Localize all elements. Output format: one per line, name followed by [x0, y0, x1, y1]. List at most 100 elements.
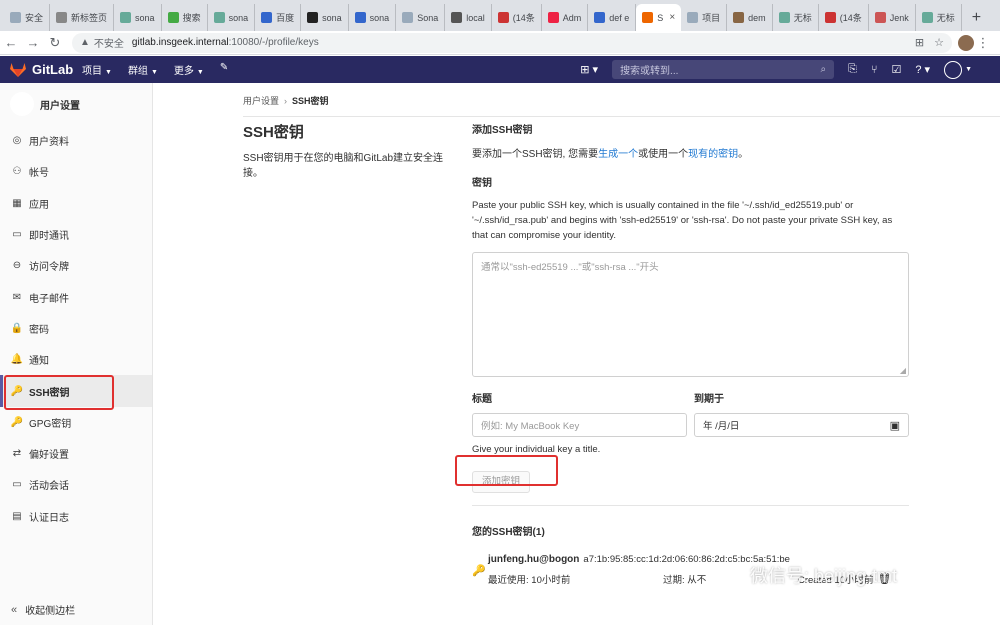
user-avatar	[944, 60, 963, 79]
collapse-label: 收起侧边栏	[25, 606, 76, 617]
sidebar-item-label: GPG密钥	[29, 418, 72, 430]
sidebar-item[interactable]: 🔔 通知	[0, 344, 152, 375]
tab-favicon-icon	[497, 12, 509, 23]
chevron-down-icon: ▼	[965, 66, 972, 73]
key-name[interactable]: junfeng.hu@bogon	[488, 554, 579, 565]
menu-projects[interactable]: 项目 ▼	[82, 62, 112, 77]
sidebar-item[interactable]: 🔒 密码	[0, 313, 152, 344]
tab-label: Adm	[562, 12, 582, 23]
sidebar-item-label: 应用	[29, 199, 49, 211]
tab-label: 新标签页	[71, 13, 108, 23]
collapse-sidebar-button[interactable]: « 收起侧边栏	[0, 602, 153, 618]
browser-tab[interactable]: sona	[208, 4, 256, 31]
warning-icon[interactable]: ▲	[80, 37, 90, 48]
close-icon[interactable]: ×	[669, 12, 675, 23]
expires-label: 到期于	[694, 394, 724, 405]
sidebar-title: 用户设置	[40, 100, 80, 112]
browser-tab[interactable]: dem	[727, 4, 773, 31]
double-chevron-left-icon: «	[11, 603, 18, 616]
address-bar[interactable]: ▲ 不安全 gitlab.insgeek.internal:10080/-/pr…	[72, 32, 952, 53]
generate-key-link[interactable]: 生成一个	[598, 149, 638, 160]
applications-icon: ▦	[12, 197, 22, 209]
sidebar-item[interactable]: ▤ 认证日志	[0, 501, 152, 532]
bookmark-star-icon[interactable]: ☆	[934, 36, 944, 49]
browser-profile-avatar[interactable]	[958, 34, 974, 51]
browser-tab[interactable]: Sona	[396, 4, 446, 31]
sidebar-item[interactable]: ⚇ 帐号	[0, 156, 152, 187]
last-used-label: 最近使用:	[488, 575, 529, 586]
tab-favicon-icon	[402, 12, 414, 23]
sidebar-header[interactable]: 用户设置	[0, 83, 152, 125]
tab-favicon-icon	[547, 12, 559, 23]
new-item-icon[interactable]: ⊞ ▾	[580, 63, 598, 76]
tab-favicon-icon	[642, 12, 654, 23]
sidebar-item[interactable]: ⊖ 访问令牌	[0, 250, 152, 281]
sidebar-item[interactable]: ◎ 用户资料	[0, 125, 152, 156]
sidebar-item[interactable]: 🔑 GPG密钥	[0, 407, 152, 438]
resize-handle-icon[interactable]: ◢	[900, 366, 906, 375]
tab-label: (14条	[839, 13, 862, 23]
sidebar-item[interactable]: ✉ 电子邮件	[0, 281, 152, 312]
breadcrumb-parent[interactable]: 用户设置	[243, 96, 279, 106]
browser-menu-icon[interactable]: ⋮	[974, 35, 992, 51]
browser-tab[interactable]: def e	[588, 4, 637, 31]
gitlab-logo[interactable]: GitLab	[0, 62, 78, 77]
browser-tab[interactable]: sona	[114, 4, 162, 31]
browser-tab[interactable]: sona	[301, 4, 349, 31]
user-menu[interactable]: ▼	[944, 60, 972, 79]
tab-label: sona	[322, 12, 342, 23]
tab-label: 百度	[276, 13, 295, 23]
chat-icon: ▭	[12, 229, 22, 241]
admin-wrench-icon[interactable]: ✎	[220, 62, 228, 77]
chevron-down-icon: ▼	[150, 69, 158, 76]
back-icon[interactable]: ←	[0, 35, 22, 50]
browser-tab[interactable]: 无标	[773, 4, 819, 31]
tab-label: S	[657, 12, 664, 23]
browser-tab[interactable]: Adm	[542, 4, 589, 31]
new-tab-button[interactable]: +	[962, 4, 991, 31]
expires-date-input[interactable]: 年 /月/日 ▣	[694, 413, 909, 437]
title-input[interactable]: 例如: My MacBook Key	[472, 413, 687, 437]
existing-key-link[interactable]: 现有的密钥	[688, 149, 738, 160]
tab-label: sona	[369, 12, 390, 23]
form-intro: 要添加一个SSH密钥, 您需要生成一个或使用一个现有的密钥。	[472, 149, 749, 160]
todos-icon[interactable]: ☑	[891, 63, 901, 76]
translate-icon[interactable]: ⊞	[915, 36, 924, 49]
tab-favicon-icon	[213, 12, 225, 23]
browser-tab[interactable]: 搜索	[162, 4, 208, 31]
sidebar-item[interactable]: ▦ 应用	[0, 188, 152, 219]
key-textarea[interactable]: 通常以"ssh-ed25519 ..."或"ssh-rsa ..."开头 ◢	[472, 252, 909, 377]
gitlab-header: GitLab 项目 ▼ 群组 ▼ 更多 ▼ ✎ ⊞ ▾ 搜索或转到... ⌕ ⎘ ⑂ …	[0, 56, 1000, 83]
mail-icon: ✉	[12, 291, 22, 303]
title-hint: Give your individual key a title.	[472, 444, 601, 455]
tab-label: local	[466, 12, 485, 23]
merge-requests-icon[interactable]: ⑂	[871, 64, 878, 76]
browser-tab[interactable]: 项目	[681, 4, 728, 31]
gitlab-top-menu: 项目 ▼ 群组 ▼ 更多 ▼ ✎	[82, 62, 228, 77]
browser-tab[interactable]: 安全	[4, 4, 51, 31]
global-search-input[interactable]: 搜索或转到... ⌕	[612, 60, 835, 79]
browser-tab[interactable]: sona	[349, 4, 397, 31]
menu-more[interactable]: 更多 ▼	[174, 62, 204, 77]
browser-tab[interactable]: local	[445, 4, 492, 31]
browser-tab[interactable]: Jenk	[869, 4, 916, 31]
forward-icon[interactable]: →	[22, 35, 44, 50]
sidebar-item-label: 活动会话	[29, 481, 69, 493]
reload-icon[interactable]: ↻	[44, 35, 66, 51]
sidebar-item-label: 电子邮件	[29, 293, 69, 305]
sidebar-item[interactable]: ▭ 即时通讯	[0, 219, 152, 250]
sidebar-item[interactable]: ⇄ 偏好设置	[0, 438, 152, 469]
issues-icon[interactable]: ⎘	[848, 63, 857, 76]
browser-tab[interactable]: (14条	[492, 4, 542, 31]
calendar-icon[interactable]: ▣	[890, 419, 900, 432]
browser-tab[interactable]: 新标签页	[50, 4, 115, 31]
browser-tab[interactable]: (14条	[819, 4, 869, 31]
sidebar-item[interactable]: ▭ 活动会话	[0, 469, 152, 500]
tab-favicon-icon	[594, 12, 606, 23]
menu-groups[interactable]: 群组 ▼	[128, 62, 158, 77]
tab-label: dem	[748, 12, 766, 23]
browser-tab[interactable]: 无标	[916, 4, 962, 31]
browser-tab[interactable]: S ×	[636, 4, 682, 31]
help-icon[interactable]: ? ▾	[915, 63, 930, 76]
browser-tab[interactable]: 百度	[255, 4, 302, 31]
